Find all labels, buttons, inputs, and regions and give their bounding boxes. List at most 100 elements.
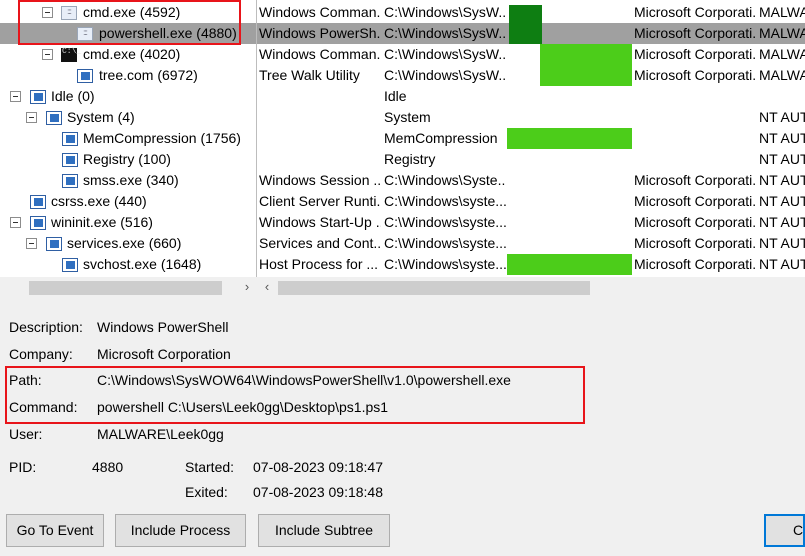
description-cell: Windows Start-Up ... xyxy=(259,215,381,230)
activity-bar xyxy=(540,65,632,86)
path-cell: MemCompression xyxy=(384,131,498,146)
tree-row[interactable]: services.exe (660) xyxy=(0,233,257,254)
exited-value: 07-08-2023 09:18:48 xyxy=(253,484,383,500)
activity-bar xyxy=(507,254,632,275)
company-cell: Microsoft Corporati... xyxy=(634,47,756,62)
list-row-selected[interactable]: Windows PowerSh... C:\Windows\SysW... Mi… xyxy=(257,23,805,44)
company-cell: Microsoft Corporati... xyxy=(634,194,756,209)
user-cell: NT AUT xyxy=(759,236,805,251)
list-row[interactable]: Windows Comman... C:\Windows\SysW... Mic… xyxy=(257,44,805,65)
list-row[interactable]: MemCompression NT AUT xyxy=(257,128,805,149)
window-icon xyxy=(46,237,62,251)
list-row[interactable]: Windows Session ... C:\Windows\Syste... … xyxy=(257,170,805,191)
collapse-icon[interactable] xyxy=(26,238,37,249)
command-label: Command: xyxy=(9,399,78,415)
tree-row[interactable]: Idle (0) xyxy=(0,86,257,107)
tree-row[interactable]: ::: cmd.exe (4592) xyxy=(0,2,257,23)
close-button[interactable]: C xyxy=(764,514,805,547)
list-row[interactable]: Idle xyxy=(257,86,805,107)
tree-label: svchost.exe (1648) xyxy=(83,256,202,272)
tree-label: powershell.exe (4880) xyxy=(99,25,237,41)
user-cell: NT AUT xyxy=(759,110,805,125)
collapse-icon[interactable] xyxy=(42,49,53,60)
path-cell: C:\Windows\SysW... xyxy=(384,26,506,41)
company-cell: Microsoft Corporati... xyxy=(634,5,756,20)
tree-label: services.exe (660) xyxy=(67,235,182,251)
tree-row[interactable]: C:\_ cmd.exe (4020) xyxy=(0,44,257,65)
list-row[interactable]: Client Server Runti... C:\Windows\syste.… xyxy=(257,191,805,212)
list-scroll-thumb[interactable] xyxy=(278,281,590,295)
tree-row[interactable]: wininit.exe (516) xyxy=(0,212,257,233)
pid-value: 4880 xyxy=(92,459,124,475)
list-row[interactable]: Windows Start-Up ... C:\Windows\syste...… xyxy=(257,212,805,233)
path-cell: Registry xyxy=(384,152,436,167)
window-icon xyxy=(30,216,46,230)
window-icon xyxy=(62,153,78,167)
user-cell: MALWA xyxy=(759,26,805,41)
collapse-icon[interactable] xyxy=(42,7,53,18)
cmd-console-icon: C:\_ xyxy=(61,48,81,62)
list-row[interactable]: Windows Comman... C:\Windows\SysW... Mic… xyxy=(257,2,805,23)
tree-row[interactable]: csrss.exe (440) xyxy=(0,191,257,212)
description-label: Description: xyxy=(9,319,83,335)
tree-row[interactable]: System (4) xyxy=(0,107,257,128)
tree-row[interactable]: tree.com (6972) xyxy=(0,65,257,86)
company-label: Company: xyxy=(9,346,73,362)
path-cell: C:\Windows\SysW... xyxy=(384,68,506,83)
description-cell: Tree Walk Utility xyxy=(259,68,360,83)
process-tree[interactable]: ::: cmd.exe (4592) ::: powershell.exe (4… xyxy=(0,0,257,277)
path-cell: System xyxy=(384,110,431,125)
tree-row-selected[interactable]: ::: powershell.exe (4880) xyxy=(0,23,257,44)
exited-label: Exited: xyxy=(185,484,228,500)
tree-label: wininit.exe (516) xyxy=(51,214,153,230)
path-cell: C:\Windows\syste... xyxy=(384,215,506,230)
window-icon xyxy=(62,174,78,188)
path-cell: Idle xyxy=(384,89,407,104)
user-cell: MALWA xyxy=(759,68,805,83)
collapse-icon[interactable] xyxy=(26,112,37,123)
company-cell: Microsoft Corporati... xyxy=(634,257,756,272)
collapse-icon[interactable] xyxy=(10,91,21,102)
description-cell: Windows Comman... xyxy=(259,5,381,20)
user-cell: NT AUT xyxy=(759,173,805,188)
activity-bar xyxy=(540,44,632,65)
window-icon xyxy=(46,111,62,125)
description-value: Windows PowerShell xyxy=(97,319,229,335)
scroll-left-arrow-icon[interactable]: ‹ xyxy=(260,278,274,295)
company-cell: Microsoft Corporati... xyxy=(634,68,756,83)
include-subtree-button[interactable]: Include Subtree xyxy=(258,514,390,547)
tree-row[interactable]: MemCompression (1756) xyxy=(0,128,257,149)
company-cell: Microsoft Corporati... xyxy=(634,215,756,230)
user-cell: NT AUT xyxy=(759,131,805,146)
activity-bar xyxy=(509,5,542,23)
user-label: User: xyxy=(9,426,43,442)
tree-row[interactable]: smss.exe (340) xyxy=(0,170,257,191)
go-to-event-button[interactable]: Go To Event xyxy=(6,514,104,547)
tree-row[interactable]: svchost.exe (1648) xyxy=(0,254,257,275)
description-cell: Client Server Runti... xyxy=(259,194,381,209)
list-row[interactable]: System NT AUT xyxy=(257,107,805,128)
tree-label: MemCompression (1756) xyxy=(83,130,241,146)
tree-label: System (4) xyxy=(67,109,135,125)
collapse-icon[interactable] xyxy=(10,217,21,228)
list-row[interactable]: Registry NT AUT xyxy=(257,149,805,170)
user-cell: NT AUT xyxy=(759,257,805,272)
tree-scroll-thumb[interactable] xyxy=(29,281,222,295)
window-icon xyxy=(77,69,93,83)
tree-row[interactable]: Registry (100) xyxy=(0,149,257,170)
list-row[interactable]: Services and Cont... C:\Windows\syste...… xyxy=(257,233,805,254)
description-cell: Windows PowerSh... xyxy=(259,26,381,41)
tree-label: csrss.exe (440) xyxy=(51,193,147,209)
path-cell: C:\Windows\SysW... xyxy=(384,47,506,62)
list-row[interactable]: Host Process for ... C:\Windows\syste...… xyxy=(257,254,805,275)
window-icon xyxy=(62,258,78,272)
path-value: C:\Windows\SysWOW64\WindowsPowerShell\v1… xyxy=(97,372,511,388)
scroll-right-arrow-icon[interactable]: › xyxy=(240,278,254,295)
process-details-list[interactable]: Windows Comman... C:\Windows\SysW... Mic… xyxy=(257,0,805,277)
include-process-button[interactable]: Include Process xyxy=(115,514,246,547)
path-cell: C:\Windows\syste... xyxy=(384,236,506,251)
user-cell: MALWA xyxy=(759,47,805,62)
list-row[interactable]: Tree Walk Utility C:\Windows\SysW... Mic… xyxy=(257,65,805,86)
description-cell: Host Process for ... xyxy=(259,257,379,272)
path-cell: C:\Windows\syste... xyxy=(384,257,506,272)
